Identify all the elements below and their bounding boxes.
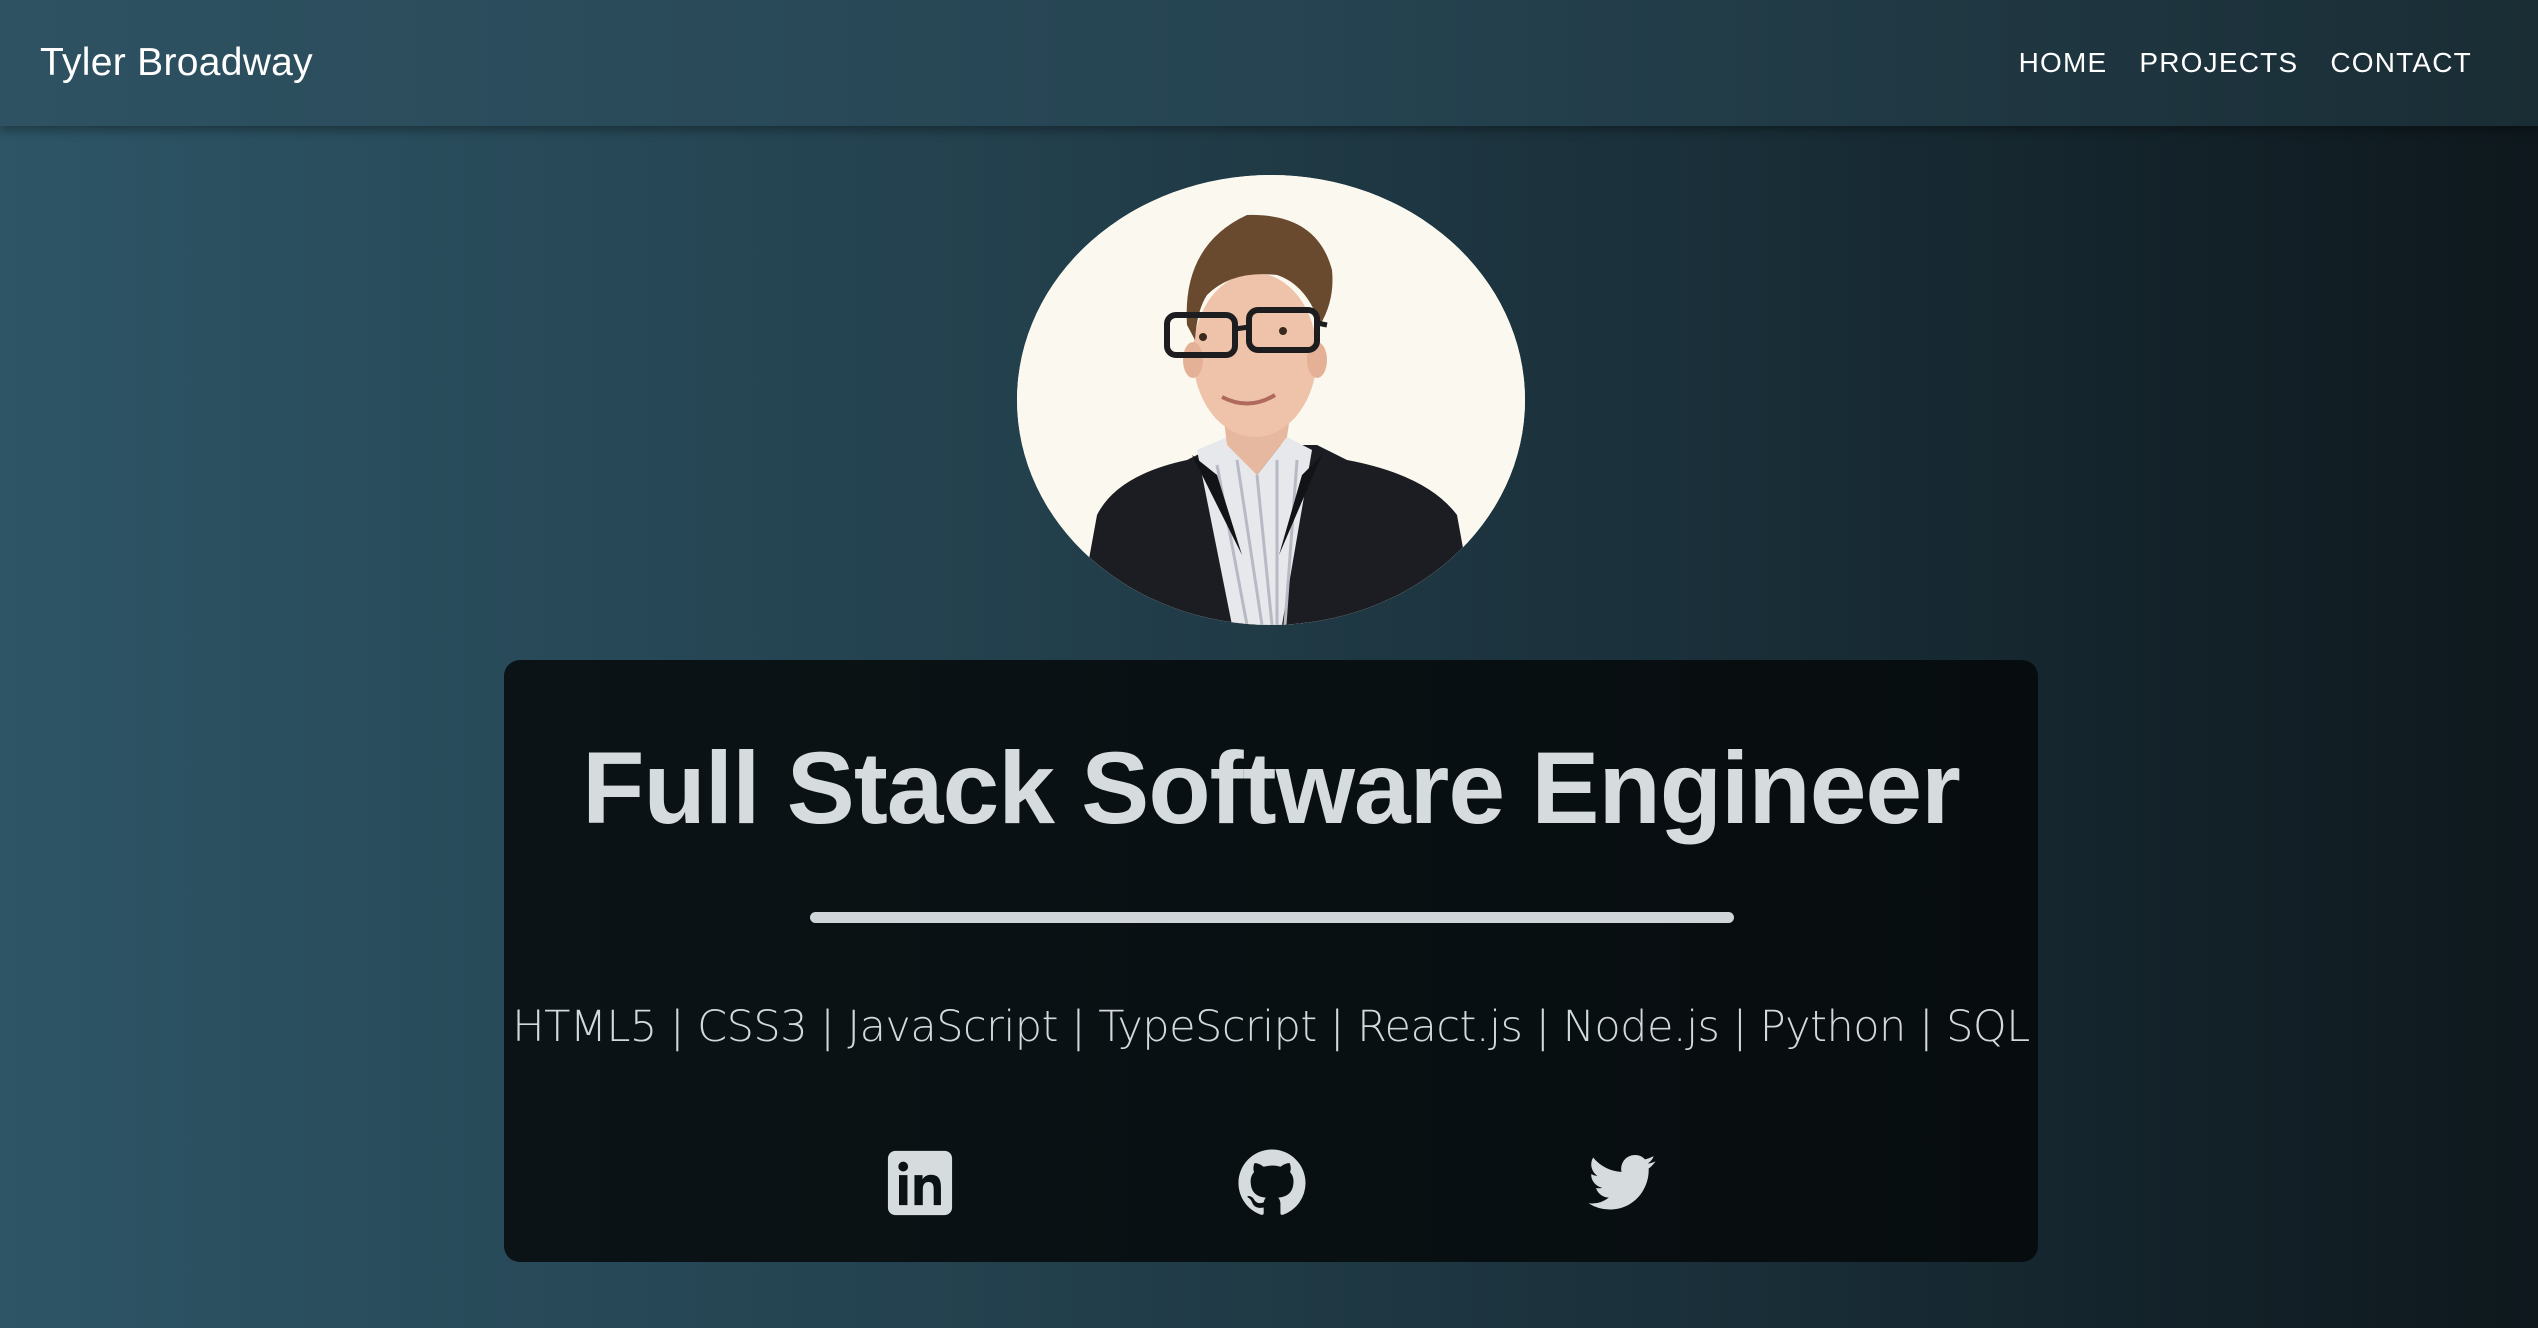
profile-photo-illustration <box>1017 175 1525 625</box>
nav-home-link[interactable]: HOME <box>2003 35 2124 91</box>
linkedin-icon[interactable] <box>885 1148 955 1218</box>
twitter-icon[interactable] <box>1587 1148 1657 1218</box>
site-brand[interactable]: Tyler Broadway <box>40 41 313 85</box>
hero-card: Full Stack Software Engineer HTML5 | CSS… <box>504 660 2038 1262</box>
github-icon[interactable] <box>1237 1148 1307 1218</box>
hero-headline: Full Stack Software Engineer <box>582 731 1961 845</box>
nav-projects-link[interactable]: PROJECTS <box>2123 35 2314 91</box>
skills-list: HTML5 | CSS3 | JavaScript | TypeScript |… <box>512 1002 2030 1052</box>
main-nav: HOME PROJECTS CONTACT <box>2003 35 2488 91</box>
profile-photo <box>1017 175 1525 625</box>
nav-contact-link[interactable]: CONTACT <box>2314 35 2488 91</box>
app-bar: Tyler Broadway HOME PROJECTS CONTACT <box>0 0 2538 126</box>
headline-divider <box>810 912 1734 923</box>
